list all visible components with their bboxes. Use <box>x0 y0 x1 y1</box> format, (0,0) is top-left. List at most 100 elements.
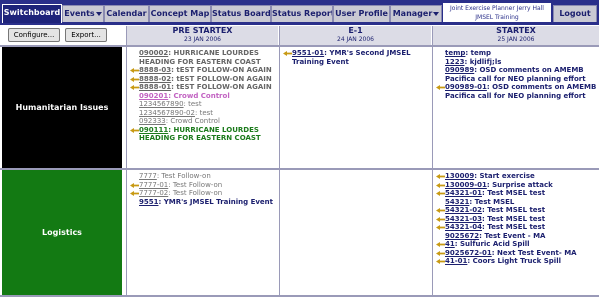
column-date: 23 JAN 2006 <box>184 36 221 43</box>
event-number-link[interactable]: 090989 <box>445 66 474 74</box>
event-number-link[interactable]: 090002 <box>139 49 168 57</box>
event-number-link[interactable]: 1223 <box>445 58 464 66</box>
event-number-link[interactable]: 54321-01 <box>445 189 482 197</box>
event-title: : Test MSEL <box>469 197 515 206</box>
row-label-logistics[interactable]: Logistics <box>2 170 122 295</box>
row-label-text: Humanitarian Issues <box>15 103 109 112</box>
event-number-link[interactable]: 1234567890-02 <box>139 109 195 117</box>
event-item[interactable]: 8888-03: tEST FOLLOW-ON AGAIN <box>130 66 276 75</box>
event-item[interactable]: 41: Sulfuric Acid Spill <box>436 240 597 249</box>
event-item[interactable]: 9025672-01: Next Test Event- MA <box>436 249 597 258</box>
event-item[interactable]: 092333: Crowd Control <box>130 117 276 126</box>
event-title: : Crowd Control <box>165 117 220 125</box>
tab-status-report[interactable]: Status Report <box>271 5 333 22</box>
event-title: : test <box>183 100 202 108</box>
event-item[interactable]: 41-01: Coors Light Truck Spill <box>436 257 597 266</box>
event-number-link[interactable]: 9025672-01 <box>445 249 492 257</box>
event-item[interactable]: temp: temp <box>436 49 597 58</box>
event-item[interactable]: 1234567890-02: test <box>130 109 276 118</box>
tab-user-profile-label: User Profile <box>335 9 388 18</box>
event-number-link[interactable]: 090201 <box>139 92 168 100</box>
cell-humanitarian-e1: 9551-01: YMR's Second JMSEL Training Eve… <box>279 47 431 168</box>
event-number-link[interactable]: 8888-02 <box>139 75 171 83</box>
tab-calendar[interactable]: Calendar <box>104 5 149 22</box>
event-item[interactable]: 8888-01: tEST FOLLOW-ON AGAIN <box>130 83 276 92</box>
top-nav: Switchboard Events Calendar Concept Map … <box>0 0 599 25</box>
tab-status-report-label: Status Report <box>272 9 333 18</box>
event-item[interactable]: 090201: Crowd Control <box>130 92 276 101</box>
event-title: : Start exercise <box>474 172 535 180</box>
export-button[interactable]: Export... <box>65 28 107 42</box>
event-number-link[interactable]: 41-01 <box>445 257 467 265</box>
event-item[interactable]: 9551: YMR's JMSEL Training Event <box>130 198 276 207</box>
user-info-box: Joint Exercise Planner Jerry Hall JMSEL … <box>443 3 551 22</box>
row-label-text: Logistics <box>42 228 82 237</box>
logout-label: Logout <box>559 9 591 18</box>
event-number-link[interactable]: 7777-02 <box>139 189 168 197</box>
tab-user-profile[interactable]: User Profile <box>333 5 390 22</box>
event-item[interactable]: 090111: HURRICANE LOURDES HEADING FOR EA… <box>130 126 276 143</box>
event-title: : test <box>194 108 214 117</box>
event-number-link[interactable]: 41 <box>445 240 455 248</box>
event-number-link[interactable]: 54321 <box>445 198 469 206</box>
user-info-exercise: JMSEL Training <box>475 14 519 21</box>
follow-on-arrow-icon <box>130 76 139 82</box>
event-number-link[interactable]: 54321-03 <box>445 215 482 223</box>
event-item[interactable]: 090989: OSD comments on AMEMB Pacifica c… <box>436 66 597 83</box>
event-number-link[interactable]: 7777 <box>139 172 157 180</box>
event-number-link[interactable]: 9551 <box>139 198 158 206</box>
event-item[interactable]: 7777-01: Test Follow-on <box>130 181 276 190</box>
event-number-link[interactable]: 130009 <box>445 172 474 180</box>
logout-button[interactable]: Logout <box>553 5 597 22</box>
event-item[interactable]: 54321-01: Test MSEL test <box>436 189 597 198</box>
event-item[interactable]: 7777: Test Follow-on <box>130 172 276 181</box>
event-number-link[interactable]: 54321-02 <box>445 206 482 214</box>
follow-on-arrow-icon <box>436 85 445 90</box>
event-item[interactable]: 1234567890: test <box>130 100 276 109</box>
event-item[interactable]: 54321-03: Test MSEL test <box>436 215 597 224</box>
tab-events[interactable]: Events <box>62 5 104 22</box>
event-item[interactable]: 130009: Start exercise <box>436 172 597 181</box>
tab-manager[interactable]: Manager <box>390 5 442 22</box>
tab-switchboard[interactable]: Switchboard <box>2 4 62 23</box>
event-number-link[interactable]: 7777-01 <box>139 181 168 189</box>
user-info-name: Joint Exercise Planner Jerry Hall <box>450 5 544 12</box>
event-number-link[interactable]: 092333 <box>139 117 166 125</box>
row-label-humanitarian-issues[interactable]: Humanitarian Issues <box>2 47 122 168</box>
tab-status-board[interactable]: Status Board <box>211 5 271 22</box>
event-item[interactable]: 130009-01: Surprise attack <box>436 181 597 190</box>
event-item[interactable]: 090002: HURRICANE LOURDES HEADING FOR EA… <box>130 49 276 66</box>
event-item[interactable]: 54321: Test MSEL <box>436 198 597 207</box>
event-title: : Test Follow-on <box>156 172 211 180</box>
tab-switchboard-label: Switchboard <box>3 8 61 17</box>
event-item[interactable]: 8888-02: tEST FOLLOW-ON AGAIN <box>130 75 276 84</box>
event-number-link[interactable]: 8888-01 <box>139 83 171 91</box>
tab-concept-map[interactable]: Concept Map <box>149 5 211 22</box>
event-number-link[interactable]: 1234567890 <box>139 100 184 108</box>
event-item[interactable]: 7777-02: Test Follow-on <box>130 189 276 198</box>
follow-on-arrow-icon <box>283 51 292 56</box>
event-title: : temp <box>465 49 492 57</box>
event-item[interactable]: 54321-02: Test MSEL test <box>436 206 597 215</box>
event-item[interactable]: 9025672: Test Event - MA <box>436 232 597 241</box>
follow-on-arrow-icon <box>130 85 139 90</box>
column-header-startex: STARTEX 25 JAN 2006 <box>432 26 599 45</box>
event-number-link[interactable]: 9551-01 <box>292 49 324 57</box>
event-number-link[interactable]: 9025672 <box>445 232 479 240</box>
tab-calendar-label: Calendar <box>106 9 147 18</box>
event-number-link[interactable]: temp <box>445 49 465 57</box>
event-item[interactable]: 54321-04: Test MSEL test <box>436 223 597 232</box>
event-number-link[interactable]: 090989-01 <box>445 83 487 91</box>
event-item[interactable]: 090989-01: OSD comments on AMEMB Pacific… <box>436 83 597 100</box>
event-number-link[interactable]: 090111 <box>139 126 168 134</box>
configure-button[interactable]: Configure... <box>8 28 60 42</box>
event-title: : tEST FOLLOW-ON AGAIN <box>171 66 272 74</box>
event-item[interactable]: 9551-01: YMR's Second JMSEL Training Eve… <box>283 49 429 66</box>
event-title: : Test Follow-on <box>168 189 223 197</box>
event-number-link[interactable]: 130009-01 <box>445 181 487 189</box>
cell-logistics-pre-startex: 7777: Test Follow-on 7777-01: Test Follow… <box>126 170 278 295</box>
event-number-link[interactable]: 54321-04 <box>445 223 482 231</box>
follow-on-arrow-icon <box>130 68 139 73</box>
event-number-link[interactable]: 8888-03 <box>139 66 171 74</box>
event-item[interactable]: 1223: kjdlifj;ls <box>436 58 597 67</box>
